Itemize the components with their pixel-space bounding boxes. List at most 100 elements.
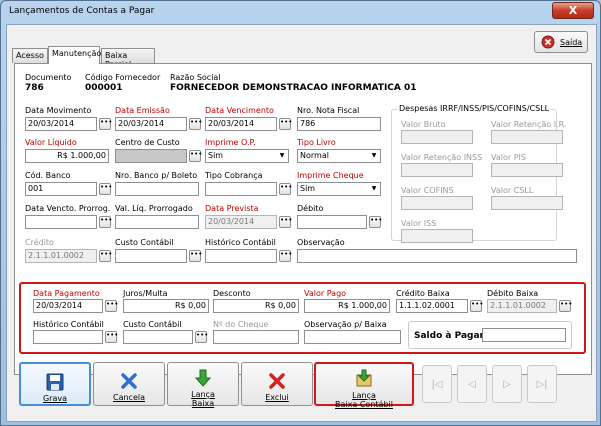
exit-icon bbox=[541, 35, 555, 49]
imprime-op-select[interactable]: Sim ▼ bbox=[205, 149, 289, 163]
lanca-baixa-label-2: Baixa bbox=[191, 399, 215, 408]
debito-baixa-lookup-button[interactable]: ••• bbox=[559, 300, 572, 312]
tipo-cobranca-field[interactable] bbox=[205, 182, 277, 196]
saldo-pagar-label: Saldo à Pagar bbox=[414, 331, 484, 341]
centro-custo-label: Centro de Custo bbox=[115, 138, 180, 147]
tipo-livro-value: Normal bbox=[300, 151, 329, 160]
valor-pis-field[interactable] bbox=[491, 163, 563, 177]
valor-retencao-ir-field[interactable] bbox=[491, 130, 563, 144]
baixa-historico-contabil-label: Histórico Contábil bbox=[33, 320, 104, 329]
tab-acesso[interactable]: Acesso bbox=[12, 48, 48, 63]
exclui-label: Exclui bbox=[265, 393, 289, 402]
valor-pago-field[interactable]: R$ 1.000,00 bbox=[304, 299, 390, 313]
val-liq-prorrogado-field[interactable] bbox=[115, 215, 199, 229]
valor-liquido-field[interactable]: R$ 1.000,00 bbox=[25, 149, 109, 163]
nro-banco-field[interactable] bbox=[115, 182, 199, 196]
nav-next-button[interactable]: ▷ bbox=[492, 365, 522, 403]
centro-custo-field[interactable] bbox=[115, 149, 187, 163]
tipo-cobranca-lookup-button[interactable]: ••• bbox=[279, 183, 292, 195]
saldo-pagar-field[interactable] bbox=[482, 328, 566, 342]
cancela-label: Cancela bbox=[112, 393, 145, 402]
cod-banco-field[interactable]: 001 bbox=[25, 182, 97, 196]
data-prevista-field[interactable]: 20/03/2014 bbox=[205, 215, 277, 229]
valor-iss-field[interactable] bbox=[401, 229, 473, 243]
lanca-contabil-label-1: Lança bbox=[352, 391, 376, 400]
data-movimento-lookup-button[interactable]: ••• bbox=[99, 118, 112, 130]
lanca-baixa-contabil-button[interactable]: Lança Baixa Contábil bbox=[314, 362, 414, 409]
title-bar: Lançamentos de Contas a Pagar X bbox=[1, 1, 600, 23]
exclui-button[interactable]: Exclui bbox=[241, 362, 313, 406]
nav-last-button[interactable]: ▷| bbox=[527, 365, 557, 403]
credito-baixa-lookup-button[interactable]: ••• bbox=[470, 300, 483, 312]
debito-label: Débito bbox=[297, 204, 324, 213]
debito-lookup-button[interactable]: ••• bbox=[369, 216, 382, 228]
data-vencto-prorrog-field[interactable] bbox=[25, 215, 97, 229]
data-vencto-prorrog-lookup-button[interactable]: ••• bbox=[99, 216, 112, 228]
valor-pis-label: Valor PIS bbox=[491, 153, 526, 162]
nro-nota-field[interactable]: 786 bbox=[297, 117, 381, 131]
nav-first-button[interactable]: |◁ bbox=[422, 365, 452, 403]
historico-contabil-label: Histórico Contábil bbox=[205, 238, 276, 247]
window-title: Lançamentos de Contas a Pagar bbox=[9, 6, 155, 16]
baixa-custo-contabil-field[interactable] bbox=[123, 330, 193, 344]
tab-panel: Documento 786 Código Fornecedor 000001 R… bbox=[14, 63, 592, 375]
grava-label: Grava bbox=[42, 394, 68, 403]
tab-baixa-parcial[interactable]: Baixa Parcial bbox=[101, 48, 155, 69]
debito-baixa-field[interactable]: 2.1.1.01.0002 bbox=[487, 299, 557, 313]
valor-cofins-field[interactable] bbox=[401, 196, 473, 210]
imprime-cheque-value: Sim bbox=[300, 184, 316, 193]
saida-button[interactable]: Saída bbox=[534, 31, 588, 53]
data-emissao-lookup-button[interactable]: ••• bbox=[189, 118, 202, 130]
baixa-historico-contabil-lookup-button[interactable]: ••• bbox=[105, 331, 118, 343]
valor-bruto-label: Valor Bruto bbox=[401, 120, 446, 129]
imprime-cheque-select[interactable]: Sim ▼ bbox=[297, 182, 381, 196]
observacao-field[interactable] bbox=[297, 249, 577, 263]
valor-bruto-field[interactable] bbox=[401, 130, 473, 144]
credito-label: Crédito bbox=[25, 238, 54, 247]
tab-manutencao[interactable]: Manutenção bbox=[48, 46, 101, 64]
valor-retencao-inss-field[interactable] bbox=[401, 163, 473, 177]
data-movimento-field[interactable]: 20/03/2014 bbox=[25, 117, 97, 131]
valor-pago-label: Valor Pago bbox=[304, 289, 347, 298]
debito-field[interactable] bbox=[297, 215, 367, 229]
fornecedor-label: Código Fornecedor bbox=[85, 73, 161, 82]
lanca-baixa-button[interactable]: Lança Baixa bbox=[167, 362, 239, 408]
baixa-custo-contabil-lookup-button[interactable]: ••• bbox=[195, 331, 208, 343]
data-vencimento-field[interactable]: 20/03/2014 bbox=[205, 117, 277, 131]
fornecedor-value: 000001 bbox=[85, 83, 123, 93]
lanca-contabil-label-2: Baixa Contábil bbox=[335, 400, 393, 409]
razao-value: FORNECEDOR DEMONSTRACAO INFORMATICA 01 bbox=[170, 83, 417, 93]
cancela-button[interactable]: Cancela bbox=[93, 362, 165, 406]
chevron-down-icon: ▼ bbox=[371, 152, 377, 159]
close-button[interactable]: X bbox=[552, 2, 594, 19]
custo-contabil-lookup-button[interactable]: ••• bbox=[189, 250, 202, 262]
grava-button[interactable]: Grava bbox=[19, 362, 91, 406]
data-vencimento-lookup-button[interactable]: ••• bbox=[279, 118, 292, 130]
data-emissao-field[interactable]: 20/03/2014 bbox=[115, 117, 187, 131]
data-pagamento-field[interactable]: 20/03/2014 bbox=[33, 299, 103, 313]
custo-contabil-field[interactable] bbox=[115, 249, 187, 263]
historico-contabil-field[interactable] bbox=[205, 249, 277, 263]
credito-baixa-field[interactable]: 1.1.1.02.0001 bbox=[396, 299, 468, 313]
valor-csll-field[interactable] bbox=[491, 196, 563, 210]
data-prevista-lookup-button[interactable]: ••• bbox=[279, 216, 292, 228]
save-icon bbox=[46, 373, 64, 391]
juros-multa-field[interactable]: R$ 0,00 bbox=[123, 299, 209, 313]
cod-banco-lookup-button[interactable]: ••• bbox=[99, 183, 112, 195]
nro-cheque-field[interactable] bbox=[213, 330, 299, 344]
desconto-field[interactable]: R$ 0,00 bbox=[213, 299, 299, 313]
nav-prev-button[interactable]: ◁ bbox=[457, 365, 487, 403]
data-pagamento-lookup-button[interactable]: ••• bbox=[105, 300, 118, 312]
valor-iss-label: Valor ISS bbox=[401, 219, 437, 228]
delete-icon bbox=[269, 373, 285, 389]
centro-custo-lookup-button[interactable]: ••• bbox=[189, 150, 202, 162]
data-vencto-prorrog-label: Data Vencto. Prorrog. bbox=[25, 204, 111, 213]
credito-lookup-button[interactable]: ••• bbox=[99, 250, 112, 262]
baixa-historico-contabil-field[interactable] bbox=[33, 330, 103, 344]
observacao-baixa-field[interactable] bbox=[304, 330, 401, 344]
nro-banco-label: Nro. Banco p/ Boleto bbox=[115, 171, 198, 180]
credito-field[interactable]: 2.1.1.01.0002 bbox=[25, 249, 97, 263]
debito-baixa-label: Débito Baixa bbox=[487, 289, 539, 298]
historico-contabil-lookup-button[interactable]: ••• bbox=[279, 250, 292, 262]
tipo-livro-select[interactable]: Normal ▼ bbox=[297, 149, 381, 163]
